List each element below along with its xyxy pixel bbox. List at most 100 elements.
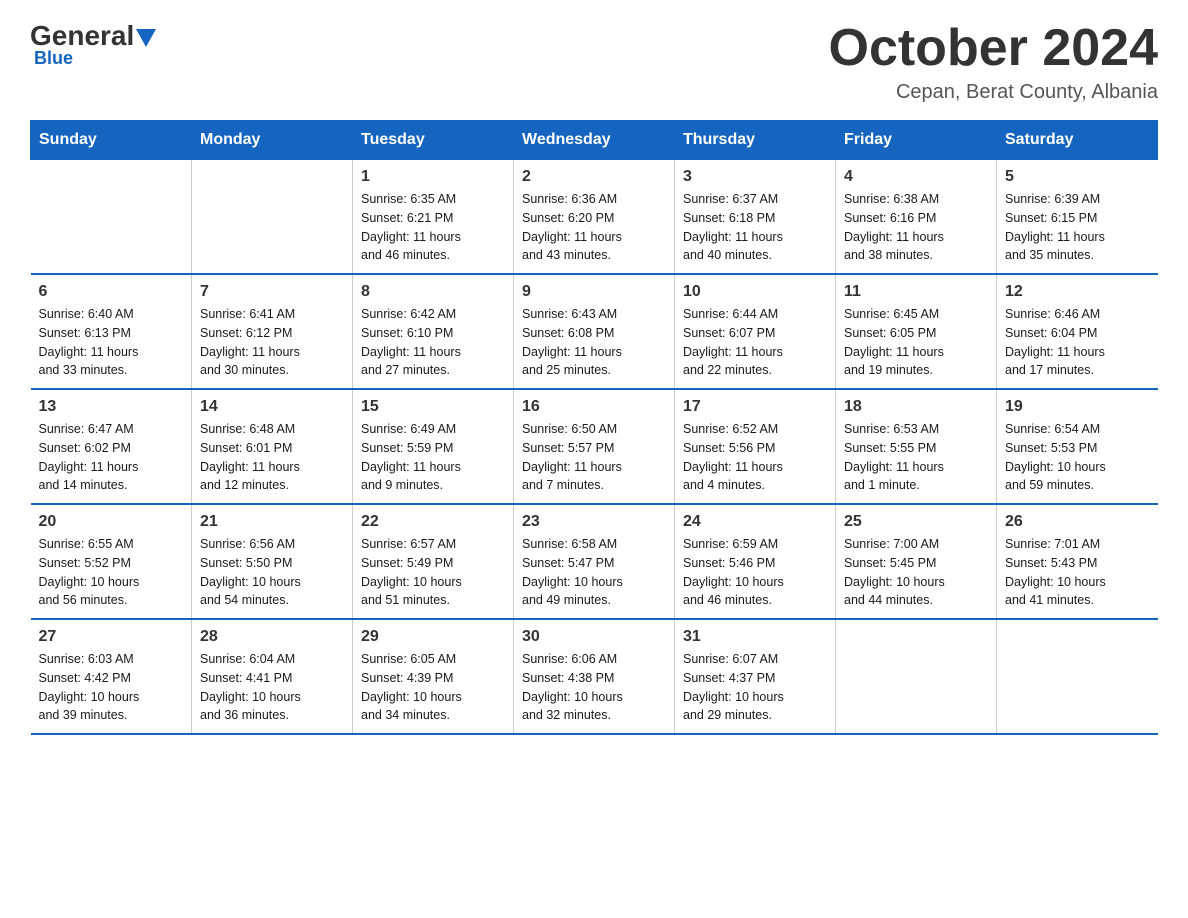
day-number: 27 [39,628,184,646]
day-info: Sunrise: 7:00 AM Sunset: 5:45 PM Dayligh… [844,535,988,610]
calendar-cell: 27 Sunrise: 6:03 AM Sunset: 4:42 PM Dayli… [31,619,192,734]
calendar-cell: 15 Sunrise: 6:49 AM Sunset: 5:59 PM Dayli… [353,389,514,504]
calendar-cell: 2Sunrise: 6:36 AM Sunset: 6:20 PM Daylig… [514,160,675,275]
calendar-cell: 9 Sunrise: 6:43 AM Sunset: 6:08 PM Daylig… [514,274,675,389]
weekday-row: SundayMondayTuesdayWednesdayThursdayFrid… [31,121,1158,160]
weekday-tuesday: Tuesday [353,121,514,160]
day-number: 20 [39,513,184,531]
week-row-5: 27 Sunrise: 6:03 AM Sunset: 4:42 PM Dayli… [31,619,1158,734]
location-title: Cepan, Berat County, Albania [829,81,1159,104]
calendar-cell: 19 Sunrise: 6:54 AM Sunset: 5:53 PM Dayli… [997,389,1158,504]
week-row-1: 1 Sunrise: 6:35 AM Sunset: 6:21 PM Daylig… [31,160,1158,275]
day-number: 25 [844,513,988,531]
day-number: 30 [522,628,666,646]
calendar-cell: 28 Sunrise: 6:04 AM Sunset: 4:41 PM Dayli… [192,619,353,734]
day-number: 31 [683,628,827,646]
day-info: Sunrise: 6:57 AM Sunset: 5:49 PM Dayligh… [361,535,505,610]
day-number: 18 [844,398,988,416]
day-info: Sunrise: 6:48 AM Sunset: 6:01 PM Dayligh… [200,420,344,495]
day-info: Sunrise: 6:52 AM Sunset: 5:56 PM Dayligh… [683,420,827,495]
day-info: Sunrise: 6:36 AM Sunset: 6:20 PM Dayligh… [522,190,666,265]
calendar-cell: 13Sunrise: 6:47 AM Sunset: 6:02 PM Dayli… [31,389,192,504]
day-number: 13 [39,398,184,416]
day-info: Sunrise: 6:05 AM Sunset: 4:39 PM Dayligh… [361,650,505,725]
day-info: Sunrise: 6:54 AM Sunset: 5:53 PM Dayligh… [1005,420,1150,495]
logo-blue-text: Blue [34,48,73,69]
day-number: 23 [522,513,666,531]
day-info: Sunrise: 6:59 AM Sunset: 5:46 PM Dayligh… [683,535,827,610]
weekday-monday: Monday [192,121,353,160]
calendar-table: SundayMondayTuesdayWednesdayThursdayFrid… [30,120,1158,735]
calendar-cell: 22 Sunrise: 6:57 AM Sunset: 5:49 PM Dayli… [353,504,514,619]
day-number: 5 [1005,168,1150,186]
calendar-cell: 14 Sunrise: 6:48 AM Sunset: 6:01 PM Dayli… [192,389,353,504]
day-info: Sunrise: 6:58 AM Sunset: 5:47 PM Dayligh… [522,535,666,610]
title-section: October 2024 Cepan, Berat County, Albani… [829,20,1159,104]
day-info: Sunrise: 6:04 AM Sunset: 4:41 PM Dayligh… [200,650,344,725]
calendar-cell [836,619,997,734]
calendar-cell: 29 Sunrise: 6:05 AM Sunset: 4:39 PM Dayli… [353,619,514,734]
calendar-cell: 8 Sunrise: 6:42 AM Sunset: 6:10 PM Daylig… [353,274,514,389]
day-info: Sunrise: 6:38 AM Sunset: 6:16 PM Dayligh… [844,190,988,265]
day-number: 24 [683,513,827,531]
day-number: 9 [522,283,666,301]
day-number: 7 [200,283,344,301]
day-number: 21 [200,513,344,531]
day-number: 10 [683,283,827,301]
day-number: 8 [361,283,505,301]
day-number: 28 [200,628,344,646]
day-info: Sunrise: 6:49 AM Sunset: 5:59 PM Dayligh… [361,420,505,495]
weekday-saturday: Saturday [997,121,1158,160]
day-info: Sunrise: 6:37 AM Sunset: 6:18 PM Dayligh… [683,190,827,265]
calendar-cell: 18 Sunrise: 6:53 AM Sunset: 5:55 PM Dayli… [836,389,997,504]
calendar-cell: 7Sunrise: 6:41 AM Sunset: 6:12 PM Daylig… [192,274,353,389]
calendar-cell: 1 Sunrise: 6:35 AM Sunset: 6:21 PM Daylig… [353,160,514,275]
day-number: 17 [683,398,827,416]
calendar-cell: 10 Sunrise: 6:44 AM Sunset: 6:07 PM Dayli… [675,274,836,389]
logo-triangle-icon [136,29,156,47]
weekday-wednesday: Wednesday [514,121,675,160]
day-info: Sunrise: 6:50 AM Sunset: 5:57 PM Dayligh… [522,420,666,495]
day-info: Sunrise: 6:40 AM Sunset: 6:13 PM Dayligh… [39,305,184,380]
calendar-cell: 5Sunrise: 6:39 AM Sunset: 6:15 PM Daylig… [997,160,1158,275]
weekday-thursday: Thursday [675,121,836,160]
day-info: Sunrise: 6:35 AM Sunset: 6:21 PM Dayligh… [361,190,505,265]
calendar-cell: 4Sunrise: 6:38 AM Sunset: 6:16 PM Daylig… [836,160,997,275]
day-info: Sunrise: 6:43 AM Sunset: 6:08 PM Dayligh… [522,305,666,380]
day-info: Sunrise: 6:56 AM Sunset: 5:50 PM Dayligh… [200,535,344,610]
calendar-cell: 3 Sunrise: 6:37 AM Sunset: 6:18 PM Daylig… [675,160,836,275]
calendar-body: 1 Sunrise: 6:35 AM Sunset: 6:21 PM Daylig… [31,160,1158,735]
day-number: 1 [361,168,505,186]
calendar-cell: 25 Sunrise: 7:00 AM Sunset: 5:45 PM Dayli… [836,504,997,619]
day-number: 15 [361,398,505,416]
day-number: 29 [361,628,505,646]
day-info: Sunrise: 6:55 AM Sunset: 5:52 PM Dayligh… [39,535,184,610]
calendar-cell [997,619,1158,734]
day-number: 19 [1005,398,1150,416]
day-number: 3 [683,168,827,186]
calendar-cell: 24 Sunrise: 6:59 AM Sunset: 5:46 PM Dayli… [675,504,836,619]
day-number: 6 [39,283,184,301]
calendar-cell [31,160,192,275]
day-info: Sunrise: 6:45 AM Sunset: 6:05 PM Dayligh… [844,305,988,380]
week-row-3: 13Sunrise: 6:47 AM Sunset: 6:02 PM Dayli… [31,389,1158,504]
calendar-cell: 11Sunrise: 6:45 AM Sunset: 6:05 PM Dayli… [836,274,997,389]
day-info: Sunrise: 6:44 AM Sunset: 6:07 PM Dayligh… [683,305,827,380]
day-info: Sunrise: 7:01 AM Sunset: 5:43 PM Dayligh… [1005,535,1150,610]
calendar-cell: 21 Sunrise: 6:56 AM Sunset: 5:50 PM Dayli… [192,504,353,619]
calendar-cell: 30Sunrise: 6:06 AM Sunset: 4:38 PM Dayli… [514,619,675,734]
weekday-friday: Friday [836,121,997,160]
calendar-cell: 6 Sunrise: 6:40 AM Sunset: 6:13 PM Daylig… [31,274,192,389]
week-row-4: 20 Sunrise: 6:55 AM Sunset: 5:52 PM Dayli… [31,504,1158,619]
day-info: Sunrise: 6:53 AM Sunset: 5:55 PM Dayligh… [844,420,988,495]
calendar-cell: 20 Sunrise: 6:55 AM Sunset: 5:52 PM Dayli… [31,504,192,619]
day-info: Sunrise: 6:42 AM Sunset: 6:10 PM Dayligh… [361,305,505,380]
calendar-cell: 31Sunrise: 6:07 AM Sunset: 4:37 PM Dayli… [675,619,836,734]
logo: General Blue [30,20,156,69]
day-number: 14 [200,398,344,416]
day-info: Sunrise: 6:03 AM Sunset: 4:42 PM Dayligh… [39,650,184,725]
page-header: General Blue October 2024 Cepan, Berat C… [30,20,1158,104]
calendar-cell [192,160,353,275]
day-number: 22 [361,513,505,531]
day-number: 12 [1005,283,1150,301]
